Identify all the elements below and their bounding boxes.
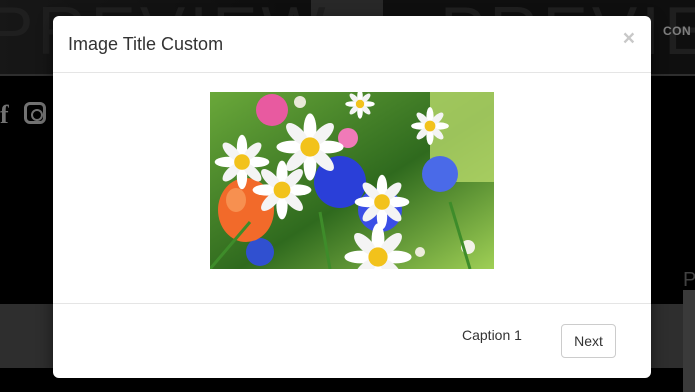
modal-header: Image Title Custom ×	[53, 16, 651, 73]
next-button[interactable]: Next	[561, 324, 616, 358]
modal-title: Image Title Custom	[68, 34, 224, 54]
flower-image	[210, 92, 494, 269]
modal-footer: Caption 1 Next	[53, 303, 651, 379]
close-icon[interactable]: ×	[623, 28, 635, 49]
image-modal: Image Title Custom × Caption 1 Next	[53, 16, 651, 378]
image-caption: Caption 1	[462, 327, 522, 343]
modal-body	[53, 73, 651, 303]
